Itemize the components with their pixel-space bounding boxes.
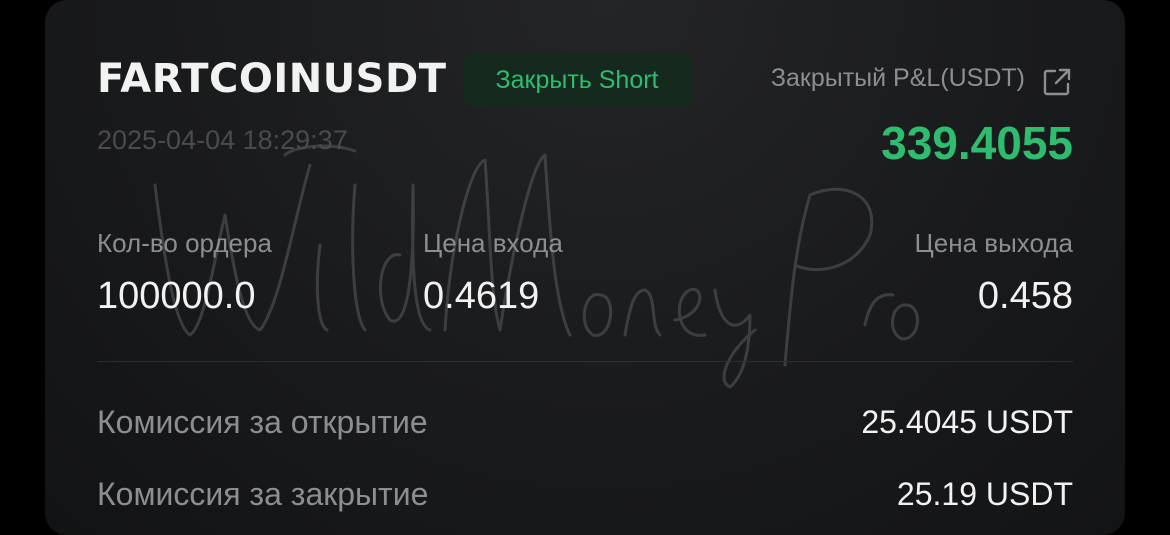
order-qty-value: 100000.0 [97, 275, 256, 317]
closed-pnl-value: 339.4055 [881, 117, 1073, 169]
closed-pnl-label: Закрытый P&L(USDT) [770, 64, 1025, 92]
external-link-icon[interactable] [1041, 66, 1073, 98]
close-fee-label: Комиссия за закрытие [97, 476, 429, 512]
trade-card: FARTCOINUSDT Закрыть Short Закрытый P&L(… [45, 0, 1125, 535]
open-fee-label: Комиссия за открытие [97, 404, 428, 440]
trade-datetime: 2025-04-04 18:29:37 [97, 125, 348, 155]
trading-pair-symbol: FARTCOINUSDT [97, 56, 447, 102]
close-fee-value: 25.19 USDT [896, 476, 1073, 512]
exit-price-value: 0.458 [977, 275, 1073, 317]
close-short-badge: Закрыть Short [463, 53, 691, 107]
open-fee-value: 25.4045 USDT [861, 404, 1073, 440]
entry-price-label: Цена входа [423, 228, 563, 258]
exit-price-label: Цена выхода [914, 228, 1073, 258]
order-qty-label: Кол-во ордера [97, 228, 272, 258]
entry-price-value: 0.4619 [423, 275, 540, 317]
divider [97, 361, 1073, 362]
watermark-signature [153, 144, 920, 389]
